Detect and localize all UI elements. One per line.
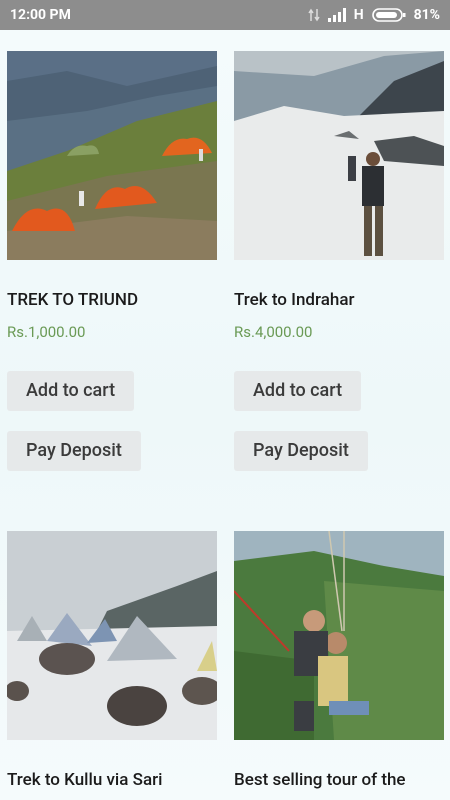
status-time: 12:00 PM (10, 7, 71, 23)
product-title[interactable]: Trek to Kullu via Sari (7, 770, 217, 790)
product-grid: TREK TO TRIUND Rs.1,000.00 Add to cart P… (0, 30, 450, 800)
product-title[interactable]: Best selling tour of the (234, 770, 444, 790)
product-image-kullu[interactable] (7, 531, 217, 740)
product-card: Best selling tour of the (234, 531, 444, 790)
battery-level: 81% (413, 7, 440, 23)
status-bar: 12:00 PM H 81% (0, 0, 450, 30)
product-card: Trek to Kullu via Sari (7, 531, 217, 790)
signal-icon (327, 8, 346, 22)
product-card: TREK TO TRIUND Rs.1,000.00 Add to cart P… (7, 51, 217, 471)
product-title[interactable]: TREK TO TRIUND (7, 290, 217, 310)
battery-icon (371, 8, 406, 22)
status-icons: H 81% (308, 7, 440, 23)
network-type: H (353, 7, 364, 23)
pay-deposit-button[interactable]: Pay Deposit (234, 431, 368, 471)
product-image-indrahar[interactable] (234, 51, 444, 260)
data-transfer-icon (308, 8, 320, 22)
add-to-cart-button[interactable]: Add to cart (234, 371, 362, 411)
product-image-triund[interactable] (7, 51, 217, 260)
product-title[interactable]: Trek to Indrahar (234, 290, 444, 310)
add-to-cart-button[interactable]: Add to cart (7, 371, 135, 411)
product-price: Rs.1,000.00 (7, 323, 86, 341)
product-image-paragliding[interactable] (234, 531, 444, 740)
product-price: Rs.4,000.00 (234, 323, 313, 341)
product-card: Trek to Indrahar Rs.4,000.00 Add to cart… (234, 51, 444, 471)
pay-deposit-button[interactable]: Pay Deposit (7, 431, 141, 471)
